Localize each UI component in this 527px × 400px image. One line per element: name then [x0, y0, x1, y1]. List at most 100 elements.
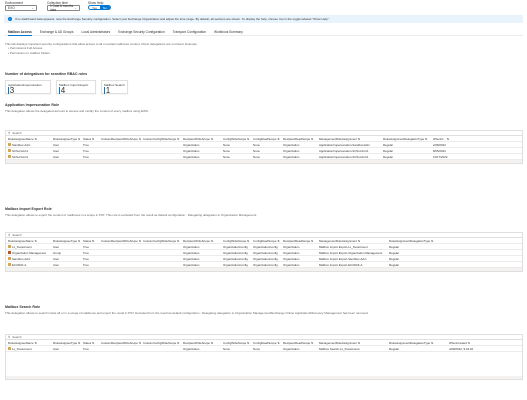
- column-header-configwritescope[interactable]: ConfigWriteScope ⇅: [221, 239, 251, 243]
- column-header-customconfigwritescope[interactable]: CustomConfigWriteScope ⇅: [141, 137, 181, 141]
- show-help-yes[interactable]: Yes: [89, 6, 100, 9]
- cell-managementroleassignment: Mailbox Import Export-Organization Manag…: [319, 250, 383, 255]
- column-header-roleassigneename[interactable]: RoleAssigneeName ⇅: [6, 239, 51, 243]
- cell-recipientreadscope: Organization: [283, 142, 300, 147]
- tab-workbook-summary[interactable]: Workbook Summary: [210, 30, 247, 35]
- cell-configwritescope: OrganizationConfig: [223, 244, 248, 249]
- tab-bar: Mailbox Access Exchange & AD Groups Loca…: [4, 30, 523, 36]
- column-header-managementroleassignment[interactable]: ManagementRoleAssignment ⇅: [317, 137, 381, 141]
- cell-roleassigneetype: User: [53, 148, 60, 153]
- column-header-customrecipientwritescope[interactable]: CustomRecipientWriteScope ⇅: [99, 137, 141, 141]
- cell-status: True: [83, 250, 89, 255]
- column-header-managementroleassignment[interactable]: ManagementRoleAssignment ⇅: [317, 341, 387, 345]
- user-icon: [8, 245, 11, 249]
- column-header-customconfigwritescope[interactable]: CustomConfigWriteScope ⇅: [141, 341, 181, 345]
- column-header-recipientreadscope[interactable]: RecipientReadScope ⇅: [281, 137, 317, 141]
- tab-exchange-ad-groups[interactable]: Exchange & AD Groups: [36, 30, 78, 35]
- cell-whencr: 10/17/2022: [433, 154, 448, 159]
- cell-managementroleassignment: Mailbox Import Export-Sandbox-Adm: [319, 256, 367, 261]
- column-header-roleassigneename[interactable]: RoleAssigneeName ⇅: [6, 341, 51, 345]
- column-header-customrecipientwritescope[interactable]: CustomRecipientWriteScope ⇅: [99, 239, 141, 243]
- column-header-roleassigneetype[interactable]: RoleAssigneeType ⇅: [51, 239, 81, 243]
- cell-recipientwritescope: Organization: [183, 154, 200, 159]
- column-header-configwritescope[interactable]: ConfigWriteScope ⇅: [221, 341, 251, 345]
- cell-roleassigneename: SCSvcAcct1: [6, 149, 51, 153]
- column-header-roleassigneename[interactable]: RoleAssigneeName ⇅: [6, 137, 51, 141]
- collection-time-dropdown[interactable]: 1 Cast 6 months data ⌄: [47, 4, 80, 12]
- cell-roleassigneetype: User: [53, 262, 60, 267]
- cell-managementroleassignment: Mailbox Search-Lx_Svcaccount: [319, 346, 360, 351]
- cell-status: True: [83, 148, 89, 153]
- cell-roleassigneename: SCSvcAcct1: [6, 155, 51, 159]
- column-header-managementroleassignment[interactable]: ManagementRoleAssignment ⇅: [317, 239, 387, 243]
- horizontal-scrollbar[interactable]: [6, 268, 522, 271]
- column-header-whencreated[interactable]: WhenCreated ⇅: [447, 341, 487, 345]
- column-header-roleassignmentdelegationtype[interactable]: RoleAssignmentDelegationType ⇅: [387, 341, 447, 345]
- column-header-configreadscope[interactable]: ConfigReadScope ⇅: [251, 341, 281, 345]
- cell-configreadscope: None: [253, 346, 260, 351]
- cell-status: True: [83, 154, 89, 159]
- section-title: Mailbox Search Role: [5, 305, 41, 309]
- column-header-recipientreadscope[interactable]: RecipientReadScope ⇅: [281, 341, 317, 345]
- tab-exchange-security-configuration[interactable]: Exchange Security Configuration: [114, 30, 168, 35]
- column-header-status[interactable]: Status ⇅: [81, 137, 99, 141]
- cell-recipientwritescope: Organization: [183, 142, 200, 147]
- column-header-roleassignmentdelegationtype[interactable]: RoleAssignmentDelegationType ⇅: [381, 137, 431, 141]
- cell-recipientwritescope: Organization: [183, 262, 200, 267]
- user-icon: [8, 155, 11, 159]
- summary-tiles: ApplicationImpersonation 3 Mailbox Impor…: [5, 80, 128, 94]
- tab-local-administrators[interactable]: Local Administrators: [77, 30, 114, 35]
- cell-configwritescope: OrganizationConfig: [223, 256, 248, 261]
- cell-status: True: [83, 244, 89, 249]
- tile-mailbox-search[interactable]: Mailbox Search 1: [101, 80, 128, 94]
- column-header-customrecipientwritescope[interactable]: CustomRecipientWriteScope ⇅: [99, 341, 141, 345]
- tile-mailbox-import-export[interactable]: Mailbox Import Export 4: [56, 80, 96, 94]
- show-help-no[interactable]: No: [99, 6, 110, 9]
- cell-roleassigneetype: User: [53, 346, 60, 351]
- user-icon: [8, 149, 11, 153]
- mailbox-search-grid: ⚲ Search RoleAssigneeName ⇅ RoleAssigneeTy…: [5, 334, 523, 380]
- tile-value: 4: [60, 85, 66, 95]
- cell-configreadscope: OrganizationConfig: [253, 256, 278, 261]
- column-header-status[interactable]: Status ⇅: [81, 341, 99, 345]
- section-description: This delegation allows to export the con…: [5, 213, 258, 217]
- column-header-roleassignmentdelegationtype[interactable]: RoleAssignmentDelegationType ⇅: [387, 239, 447, 243]
- horizontal-scrollbar[interactable]: [6, 376, 522, 379]
- column-header-configreadscope[interactable]: ConfigReadScope ⇅: [251, 239, 281, 243]
- column-header-status[interactable]: Status ⇅: [81, 239, 99, 243]
- section-title: Application Impersonation Role: [5, 103, 60, 107]
- tile-application-impersonation[interactable]: ApplicationImpersonation 3: [5, 80, 51, 94]
- environment-value: EXO: [8, 6, 15, 10]
- cell-whencr: 2/28/2022: [433, 142, 446, 147]
- column-header-configreadscope[interactable]: ConfigReadScope ⇅: [251, 137, 281, 141]
- column-header-configwritescope[interactable]: ConfigWriteScope ⇅: [221, 137, 251, 141]
- cell-configreadscope: None: [253, 142, 260, 147]
- environment-dropdown[interactable]: EXO ⌄: [5, 5, 37, 11]
- cell-roleassigneetype: User: [53, 244, 60, 249]
- column-header-recipientwritescope[interactable]: RecipientWriteScope ⇅: [181, 137, 221, 141]
- column-header-recipientreadscope[interactable]: RecipientReadScope ⇅: [281, 239, 317, 243]
- impersonation-grid: ⚲ Search RoleAssigneeName ⇅ RoleAssigneeTy…: [5, 130, 523, 164]
- tab-mailbox-access[interactable]: Mailbox Access: [4, 30, 36, 36]
- horizontal-scrollbar[interactable]: [6, 160, 522, 163]
- column-header-roleassigneetype[interactable]: RoleAssigneeType ⇅: [51, 137, 81, 141]
- cell-status: True: [83, 256, 89, 261]
- cell-roleassignmentdelegationtype: Regular: [383, 142, 394, 147]
- column-header-recipientwritescope[interactable]: RecipientWriteScope ⇅: [181, 341, 221, 345]
- section-title: Mailbox Import Export Role: [5, 207, 52, 211]
- column-header-recipientwritescope[interactable]: RecipientWriteScope ⇅: [181, 239, 221, 243]
- column-header-roleassigneetype[interactable]: RoleAssigneeType ⇅: [51, 341, 81, 345]
- column-header-whencr[interactable]: WhenCr... ⇅: [431, 137, 469, 141]
- cell-roleassigneetype: User: [53, 142, 60, 147]
- search-placeholder: Search: [12, 131, 22, 135]
- show-help-toggle[interactable]: Yes No: [88, 5, 111, 10]
- cell-configwritescope: None: [223, 142, 230, 147]
- cell-roleassigneename: Sandbox-Adm: [6, 257, 51, 261]
- info-banner: i If no dashboard data appears, note the…: [4, 15, 523, 23]
- cell-roleassigneetype: User: [53, 154, 60, 159]
- cell-recipientreadscope: Organization: [283, 244, 300, 249]
- cell-roleassignmentdelegationtype: Regular: [383, 154, 394, 159]
- cell-roleassigneetype: Group: [53, 250, 62, 255]
- column-header-customconfigwritescope[interactable]: CustomConfigWriteScope ⇅: [141, 239, 181, 243]
- tab-transport-configuration[interactable]: Transport Configuration: [169, 30, 210, 35]
